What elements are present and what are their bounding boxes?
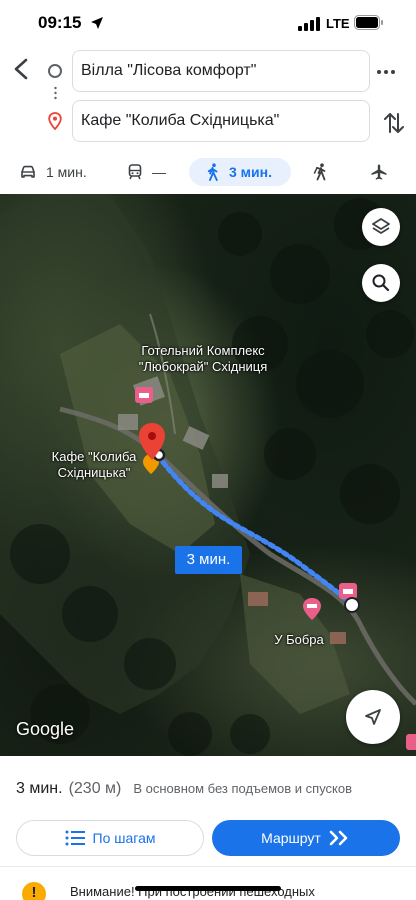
ride-icon xyxy=(313,163,326,181)
cafe-label-line2: Східницька" xyxy=(57,465,131,480)
route-time: 3 мин. xyxy=(16,780,63,797)
home-indicator xyxy=(135,886,281,891)
divider xyxy=(0,866,416,867)
swap-icon[interactable] xyxy=(382,110,406,136)
mode-car-time: 1 мин. xyxy=(46,164,87,180)
car-icon xyxy=(21,165,35,178)
mode-walk[interactable]: 3 мин. xyxy=(189,158,291,186)
route-label: Маршрут xyxy=(261,830,321,846)
place-label: У Бобра xyxy=(274,632,324,647)
steps-label: По шагам xyxy=(92,830,156,846)
destination-pin-icon xyxy=(48,112,62,130)
hotel-label: Готельний Комплекс "Любокрай" Східниця xyxy=(120,343,286,375)
cafe-label-line1: Кафе "Колиба xyxy=(51,449,137,464)
route-summary: 3 мин. (230 м) В основном без подъемов и… xyxy=(16,780,352,800)
mode-car[interactable]: 1 мин. xyxy=(20,158,87,186)
route-note: В основном без подъемов и спусков xyxy=(133,781,353,796)
route-arrows-icon xyxy=(329,830,348,846)
google-attribution: Google xyxy=(16,719,75,739)
route-duration-chip[interactable]: 3 мин. xyxy=(175,546,242,574)
origin-circle-icon xyxy=(48,64,62,78)
cafe-label: Кафе "Колиба Східницька" xyxy=(38,449,150,481)
layers-icon xyxy=(372,218,390,234)
hotel-label-line1: Готельний Комплекс xyxy=(141,343,265,358)
more-icon[interactable] xyxy=(374,60,398,84)
locate-button[interactable] xyxy=(346,690,400,744)
network-type: LTE xyxy=(326,16,350,31)
location-arrow-icon xyxy=(91,17,103,29)
battery-icon xyxy=(354,15,383,30)
route-distance: (230 м) xyxy=(68,780,122,797)
locate-icon xyxy=(365,709,381,725)
walk-icon xyxy=(207,163,218,181)
hotel-marker-3[interactable] xyxy=(406,734,416,750)
mode-transit-time: — xyxy=(152,164,166,180)
origin-point-marker xyxy=(344,597,360,613)
status-time: 09:15 xyxy=(38,13,82,32)
mode-ride[interactable] xyxy=(312,158,328,186)
hotel-label-line2: "Любокрай" Східниця xyxy=(138,359,268,374)
steps-list-icon xyxy=(65,830,85,846)
map-view[interactable]: Готельний Комплекс "Любокрай" Східниця К… xyxy=(0,194,416,756)
steps-button[interactable]: По шагам xyxy=(16,820,204,856)
hotel-marker-2[interactable] xyxy=(339,583,357,599)
transit-icon xyxy=(128,164,142,180)
search-icon xyxy=(372,274,390,292)
mode-walk-time: 3 мин. xyxy=(229,164,272,180)
travel-mode-bar: 1 мин. — 3 мин. xyxy=(0,150,416,194)
signal-icon xyxy=(298,17,320,31)
mode-flight[interactable] xyxy=(370,158,388,186)
route-dots-icon xyxy=(54,86,57,100)
flight-icon xyxy=(371,164,387,180)
map-search-button[interactable] xyxy=(362,264,400,302)
hotel-marker[interactable] xyxy=(135,387,153,403)
route-button[interactable]: Маршрут xyxy=(212,820,400,856)
mode-transit[interactable]: — xyxy=(128,158,166,186)
origin-field[interactable]: Вілла "Лісова комфорт" xyxy=(72,50,370,92)
destination-field[interactable]: Кафе "Колиба Східницька" xyxy=(72,100,370,142)
status-bar: 09:15 LTE xyxy=(0,0,416,48)
back-arrow-icon[interactable] xyxy=(8,54,36,84)
warning-icon xyxy=(22,882,46,900)
layers-button[interactable] xyxy=(362,208,400,246)
